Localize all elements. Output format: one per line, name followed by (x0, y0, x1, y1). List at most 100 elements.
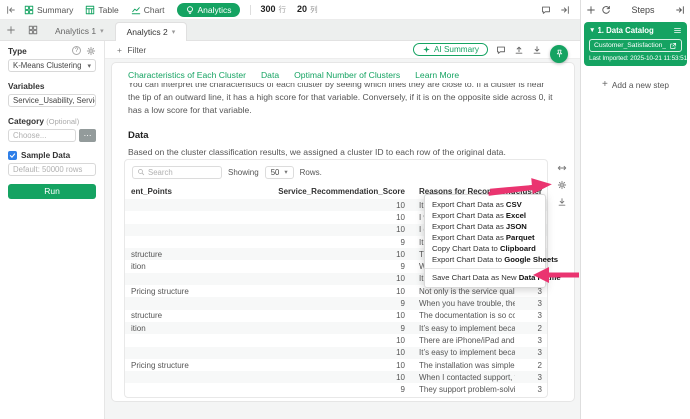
menu-item-export-chart-data-as-excel[interactable]: Export Chart Data as Excel (425, 210, 545, 221)
cell-cluster: 3 (515, 287, 547, 296)
menu-separator (425, 268, 545, 269)
cell-reason: The installation was simple and I could … (405, 361, 515, 370)
cell-score: 10 (237, 373, 405, 382)
type-value: K-Means Clustering (13, 61, 81, 70)
rows-per-page-select[interactable]: 50 ▾ (265, 166, 294, 179)
table-row[interactable]: 9When you have trouble, the support staf… (125, 297, 547, 309)
nav-item-table[interactable]: Table (85, 5, 118, 15)
ai-summary-label: AI Summary (434, 45, 479, 54)
analytics-list-icon[interactable] (28, 25, 38, 35)
add-filter-button[interactable]: + Filter (117, 45, 146, 55)
cell-score: 10 (237, 213, 405, 222)
col-unit: 列 (310, 4, 318, 15)
cell-reason: Not only is the service quality excellen… (405, 287, 515, 296)
link-data[interactable]: Data (261, 70, 279, 80)
ai-summary-button[interactable]: AI Summary (413, 43, 488, 56)
table-row[interactable]: 10When I contacted support, they gave me… (125, 371, 547, 383)
chat-icon[interactable] (541, 5, 551, 15)
menu-item-export-chart-data-as-parquet[interactable]: Export Chart Data as Parquet (425, 232, 545, 243)
variables-value: Service_Usability, Service_... (13, 96, 96, 105)
gear-icon[interactable] (86, 46, 96, 56)
nav-item-analytics[interactable]: Analytics (177, 3, 240, 17)
dataset-name: Customer_Satisfaction_Survey (594, 42, 666, 49)
share-icon[interactable] (514, 45, 524, 55)
sample-data-checkbox[interactable] (8, 151, 17, 160)
tab-analytics-1[interactable]: Analytics 1▾ (44, 21, 115, 40)
caret-down-icon[interactable]: ▼ (589, 27, 595, 34)
collapse-panel-icon[interactable] (675, 5, 685, 15)
cell-points: structure (125, 250, 237, 259)
pin-button[interactable] (550, 45, 568, 63)
table-controls: Search Showing 50 ▾ Rows. (125, 160, 547, 184)
search-input[interactable]: Search (132, 166, 222, 179)
cell-reason: When I contacted support, they gave me t… (405, 373, 515, 382)
category-options-button[interactable]: ⋯ (79, 129, 96, 142)
dataset-button[interactable]: Customer_Satisfaction_Survey (589, 39, 682, 52)
table-row[interactable]: Pricing structure10The installation was … (125, 359, 547, 371)
collapse-right-icon[interactable] (560, 5, 570, 15)
cell-score: 10 (237, 250, 405, 259)
dataset-stats: 300 行 20 列 (261, 4, 326, 15)
cell-cluster: 3 (515, 373, 547, 382)
cell-cluster: 3 (515, 336, 547, 345)
last-imported-text: Last Imported: 2025-10-21 11:53:51 PM (589, 55, 682, 62)
nav-item-chart[interactable]: Chart (131, 5, 165, 15)
cell-score: 10 (237, 274, 405, 283)
export-icon[interactable] (532, 45, 542, 55)
top-navbar: Summary Table Chart Analytics 300 行 20 列 (0, 0, 580, 20)
table-row[interactable]: 10It’s easy to implement because you can… (125, 347, 547, 359)
table-export-icon[interactable] (557, 197, 567, 207)
column-header-points[interactable]: ent_Points (125, 187, 237, 196)
table-row[interactable]: 10There are iPhone/iPad and Android apps… (125, 334, 547, 346)
row-count: 300 (261, 4, 276, 14)
nav-item-label: Summary (37, 5, 73, 15)
category-input[interactable]: Choose... (8, 129, 76, 142)
divider (250, 5, 251, 15)
showing-label: Showing (228, 168, 259, 177)
menu-item-export-chart-data-as-json[interactable]: Export Chart Data as JSON (425, 221, 545, 232)
category-label: Category (Optional) (8, 116, 79, 126)
table-row[interactable]: 9They support problem-solving not only t… (125, 383, 547, 395)
export-context-menu: Export Chart Data as CSVExport Chart Dat… (424, 194, 546, 288)
refresh-icon[interactable] (601, 5, 611, 15)
search-icon (137, 168, 145, 176)
column-header-score[interactable]: Service_Recommendation_Score (237, 187, 405, 196)
nav-item-summary[interactable]: Summary (24, 5, 73, 15)
collapse-left-icon[interactable] (6, 5, 16, 15)
cell-points: ition (125, 324, 237, 333)
table-row[interactable]: ition9It’s easy to implement because you… (125, 322, 547, 334)
sample-size-input[interactable]: Default: 50000 rows (8, 163, 96, 176)
app: Summary Table Chart Analytics 300 行 20 列 An… (0, 0, 690, 419)
tab-analytics-2[interactable]: Analytics 2▾ (115, 22, 188, 41)
table-row[interactable]: structure10The documentation is so compr… (125, 310, 547, 322)
cell-reason: The documentation is so comprehensive th… (405, 311, 515, 320)
menu-item-copy-chart-data-to-clipboard[interactable]: Copy Chart Data to Clipboard (425, 243, 545, 254)
run-button[interactable]: Run (8, 184, 96, 199)
menu-item-export-chart-data-to-google-sheets[interactable]: Export Chart Data to Google Sheets (425, 254, 545, 265)
type-select[interactable]: K-Means Clustering ▾ (8, 59, 96, 72)
menu-item-export-chart-data-as-csv[interactable]: Export Chart Data as CSV (425, 199, 545, 210)
help-icon[interactable]: ? (72, 46, 81, 55)
menu-item-save-chart-data-as-new-data-frame[interactable]: Save Chart Data as New Data Frame (425, 272, 545, 283)
chevron-down-icon: ▾ (284, 168, 287, 176)
table-settings-icon[interactable] (557, 180, 567, 190)
resize-columns-icon[interactable] (557, 163, 567, 173)
add-analytics-icon[interactable] (6, 25, 16, 35)
sample-data-label: Sample Data (21, 151, 70, 160)
add-step-icon[interactable] (586, 5, 596, 15)
tabbar-tabs: Analytics 1▾Analytics 2▾ (44, 20, 187, 40)
cell-reason: It’s easy to implement because you can u… (405, 324, 515, 333)
step-card-data-catalog[interactable]: ▼ 1. Data Catalog Customer_Satisfaction_… (584, 22, 687, 66)
link-optimal-number-of-clusters[interactable]: Optimal Number of Clusters (294, 70, 400, 80)
comment-icon[interactable] (496, 45, 506, 55)
add-new-step-button[interactable]: + Add a new step (581, 79, 690, 90)
cell-cluster: 3 (515, 348, 547, 357)
link-characteristics-of-each-cluster[interactable]: Characteristics of Each Cluster (128, 70, 246, 80)
search-placeholder: Search (148, 168, 173, 177)
variables-input[interactable]: Service_Usability, Service_... (8, 94, 96, 107)
cell-cluster: 2 (515, 324, 547, 333)
add-step-label: Add a new step (612, 80, 669, 90)
link-learn-more[interactable]: Learn More (415, 70, 459, 80)
hamburger-icon[interactable] (673, 26, 682, 35)
data-section-title: Data (128, 130, 558, 141)
